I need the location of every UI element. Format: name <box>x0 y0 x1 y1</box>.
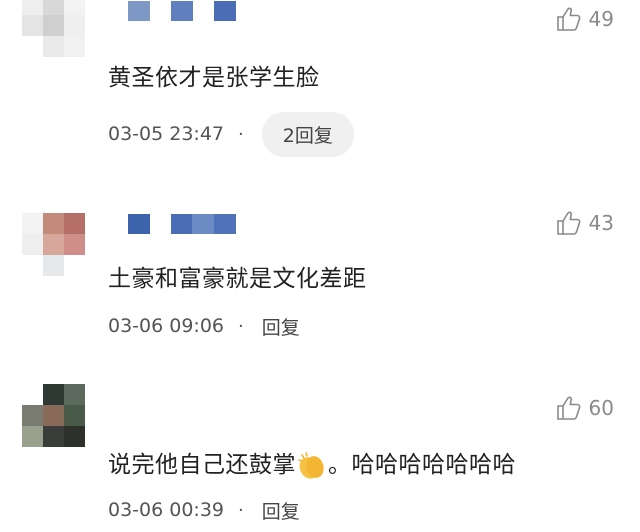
avatar-pixel <box>64 36 85 57</box>
comment-text: 说完他自己还鼓掌 。哈哈哈哈哈哈哈 <box>108 445 516 481</box>
like-button[interactable]: 43 <box>555 208 614 238</box>
comment-meta: 03-06 09:06 · 回复 <box>108 304 300 348</box>
like-count: 60 <box>588 396 614 420</box>
avatar-pixel <box>43 405 64 426</box>
reply-button[interactable]: 回复 <box>262 497 300 524</box>
comment-meta: 03-06 00:39 · 回复 <box>108 488 300 532</box>
comment-text: 黄圣依才是张学生脸 <box>108 65 320 91</box>
comment-text-part: 。哈哈哈哈哈哈哈 <box>328 452 516 478</box>
avatar-pixel <box>64 405 85 426</box>
avatar-pixel <box>43 255 64 276</box>
separator-dot: · <box>238 499 244 521</box>
thumbs-up-icon <box>556 211 580 235</box>
reply-button[interactable]: 回复 <box>262 313 300 340</box>
reply-count-button[interactable]: 2回复 <box>261 111 354 157</box>
like-count: 49 <box>588 7 614 31</box>
like-button[interactable]: 60 <box>555 393 614 423</box>
avatar-pixel <box>64 213 85 234</box>
avatar[interactable] <box>22 213 86 277</box>
like-button[interactable]: 49 <box>555 4 614 34</box>
comment-time: 03-06 09:06 <box>108 315 225 337</box>
username-block <box>128 1 150 21</box>
avatar-pixel <box>43 36 64 57</box>
avatar-pixel <box>43 15 64 36</box>
comment-text-part: 说完他自己还鼓掌 <box>108 452 296 478</box>
avatar-pixel <box>43 213 64 234</box>
username-block <box>192 214 214 234</box>
thumbs-up-icon <box>556 396 580 420</box>
clapping-hands-emoji <box>298 451 324 479</box>
avatar-pixel <box>64 384 85 405</box>
avatar-pixel <box>22 213 43 234</box>
avatar-pixel <box>22 426 43 447</box>
avatar-pixel <box>43 0 64 15</box>
avatar-pixel <box>64 234 85 255</box>
comment-time: 03-05 23:47 <box>108 123 225 145</box>
avatar-pixel <box>43 234 64 255</box>
avatar[interactable] <box>22 0 86 58</box>
username-block <box>214 214 236 234</box>
username-block <box>214 1 236 21</box>
like-count: 43 <box>588 211 614 235</box>
separator-dot: · <box>238 123 244 145</box>
username-block <box>171 214 192 234</box>
username-block <box>128 214 150 234</box>
separator-dot: · <box>238 315 244 337</box>
avatar-pixel <box>64 15 85 36</box>
username-block <box>171 1 193 21</box>
comment-text: 土豪和富豪就是文化差距 <box>108 266 367 292</box>
avatar-pixel <box>43 384 64 405</box>
avatar-pixel <box>22 0 43 15</box>
avatar-pixel <box>22 15 43 36</box>
comment-time: 03-06 00:39 <box>108 499 225 521</box>
thumbs-up-icon <box>556 7 580 31</box>
comment-meta: 03-05 23:47 · 2回复 <box>108 111 354 157</box>
avatar-pixel <box>22 405 43 426</box>
avatar-pixel <box>22 234 43 255</box>
avatar-pixel <box>43 426 64 447</box>
avatar-pixel <box>64 426 85 447</box>
avatar-pixel <box>64 0 85 15</box>
avatar[interactable] <box>22 384 86 448</box>
